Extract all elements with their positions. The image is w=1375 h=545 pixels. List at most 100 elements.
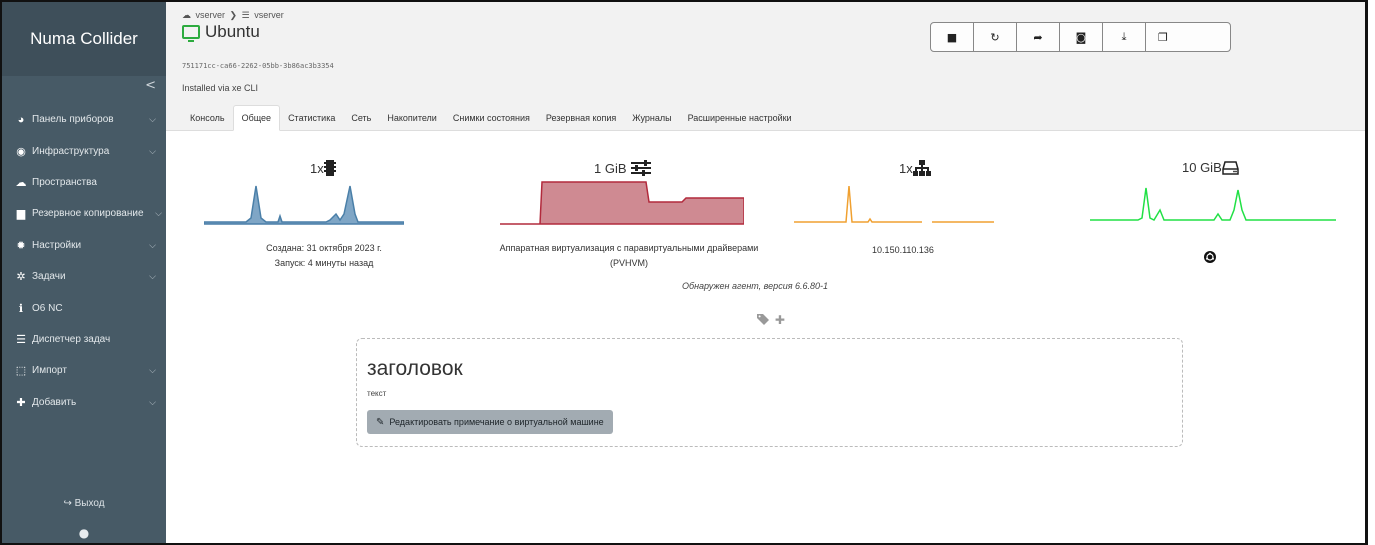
sidebar-item-label: Задачи — [32, 271, 66, 283]
sidebar-item-spaces[interactable]: ☁ Пространства — [2, 167, 166, 198]
chevron-down-icon: ⌵ — [155, 208, 162, 219]
user-icon[interactable]: ● — [2, 526, 166, 540]
sidebar-item-backup[interactable]: ▆ Резервное копирование ⌵ — [2, 198, 166, 229]
copy-button[interactable]: ❐ — [1145, 22, 1231, 52]
created-date: Создана: 31 октября 2023 г. — [266, 243, 382, 253]
tab-backup[interactable]: Резервная копия — [538, 105, 624, 131]
breadcrumb-host[interactable]: vserver — [254, 10, 284, 20]
chevron-down-icon: ⌵ — [149, 145, 156, 156]
sidebar-item-import[interactable]: ⬚ Импорт ⌵ — [2, 355, 166, 386]
desktop-icon — [182, 25, 200, 42]
page-title: Ubuntu — [182, 22, 260, 42]
sidebar-item-add[interactable]: ✚ Добавить ⌵ — [2, 387, 166, 418]
share-icon: ➦ — [1033, 30, 1043, 44]
sidebar-item-label: Инфраструктура — [32, 145, 110, 157]
collapse-sidebar-icon[interactable]: < — [145, 78, 156, 93]
gears-icon: ✲ — [16, 271, 26, 284]
sidebar-item-label: О6 NC — [32, 302, 63, 314]
stop-icon: ■ — [946, 30, 958, 44]
tab-stats[interactable]: Статистика — [280, 105, 343, 131]
restart-button[interactable]: ↻ — [973, 22, 1017, 52]
sidebar-item-infrastructure[interactable]: ◉ Инфраструктура ⌵ — [2, 135, 166, 166]
add-tag-button[interactable]: ✚ — [757, 313, 785, 327]
sidebar-item-label: Диспетчер задач — [32, 333, 111, 345]
server-icon: ☰ — [241, 10, 250, 20]
stop-button[interactable]: ■ — [930, 22, 974, 52]
note-text: текст — [367, 389, 387, 398]
disk-size: 10 GiB — [1182, 160, 1222, 175]
cpu-icon — [323, 160, 336, 176]
vm-name[interactable]: Ubuntu — [205, 22, 260, 42]
tab-disks[interactable]: Накопители — [379, 105, 444, 131]
virt-mode-short: (PVHVM) — [610, 258, 648, 268]
tab-network[interactable]: Сеть — [343, 105, 379, 131]
network-sparkline-line — [794, 185, 922, 223]
camera-icon: ◙ — [1075, 30, 1087, 44]
plus-icon: ✚ — [774, 313, 785, 327]
sidebar-item-label: Настройки — [32, 239, 82, 251]
ip-address: 10.150.110.136 — [872, 245, 934, 255]
logout-button[interactable]: ↪ Выход — [2, 498, 166, 509]
sidebar-item-label: Пространства — [32, 176, 97, 188]
sidebar-item-about[interactable]: ℹ О6 NC — [2, 292, 166, 323]
task-list-icon: ☰ — [16, 333, 26, 346]
tab-general[interactable]: Общее — [232, 105, 281, 131]
gear-icon: ✹ — [16, 239, 26, 252]
chevron-down-icon: ⌵ — [149, 114, 156, 125]
tab-advanced[interactable]: Расширенные настройки — [680, 105, 800, 131]
info-icon: ℹ — [18, 302, 24, 315]
download-icon: ⤓ — [1121, 30, 1127, 43]
logout-label: Выход — [74, 498, 105, 509]
tab-snapshots[interactable]: Снимки состояния — [445, 105, 538, 131]
virtualization-mode: Аппаратная виртуализация с паравиртуальн… — [464, 241, 794, 271]
tab-console[interactable]: Консоль — [182, 105, 233, 131]
agent-status: Обнаружен агент, версия 6.6.80-1 — [682, 281, 829, 291]
sidebar-item-dashboard[interactable]: ◕ Панель приборов ⌵ — [2, 104, 166, 135]
tags-icon — [757, 314, 769, 325]
vm-description[interactable]: Installed via xe CLI — [182, 83, 258, 93]
app-frame: Numa Collider < ◕ Панель приборов ⌵ ◉ Ин… — [0, 0, 1368, 545]
cloud-icon: ☁ — [182, 10, 191, 20]
sidebar: Numa Collider < ◕ Панель приборов ⌵ ◉ Ин… — [2, 2, 166, 543]
network-sparkline[interactable] — [794, 178, 994, 230]
migrate-button[interactable]: ➦ — [1016, 22, 1060, 52]
dashboard-icon: ◕ — [17, 113, 25, 126]
edit-note-label: Редактировать примечание о виртуальной м… — [389, 417, 604, 427]
plus-icon: ✚ — [16, 396, 26, 409]
snapshot-button[interactable]: ◙ — [1059, 22, 1103, 52]
hdd-icon — [1222, 160, 1239, 175]
sidebar-item-settings[interactable]: ✹ Настройки ⌵ — [2, 230, 166, 261]
sidebar-item-task-manager[interactable]: ☰ Диспетчер задач — [2, 324, 166, 355]
sidebar-item-tasks[interactable]: ✲ Задачи ⌵ — [2, 261, 166, 292]
cpu-count: 1x — [310, 160, 324, 176]
start-time: Запуск: 4 минуты назад — [274, 258, 374, 268]
virt-mode-label[interactable]: Аппаратная виртуализация с паравиртуальн… — [464, 241, 794, 256]
memory-stat: 1 GiB — [594, 160, 651, 176]
sign-out-icon: ↪ — [63, 498, 72, 509]
cloud-icon: ☁ — [15, 176, 27, 189]
sitemap-icon — [912, 160, 931, 176]
sidebar-item-label: Добавить — [32, 396, 77, 408]
sidebar-nav: ◕ Панель приборов ⌵ ◉ Инфраструктура ⌵ ☁… — [2, 104, 166, 418]
disk-sparkline-line — [1090, 187, 1336, 221]
chevron-down-icon: ⌵ — [149, 239, 156, 250]
export-button[interactable]: ⤓ — [1102, 22, 1146, 52]
memory-sparkline-area — [500, 181, 744, 225]
cpu-sparkline[interactable] — [204, 178, 404, 230]
sidebar-item-label: Панель приборов — [32, 114, 114, 126]
vm-uuid: 751171cc-ca66-2262-05bb-3b86ac3b3354 — [182, 62, 334, 70]
sidebar-item-label: Резервное копирование — [32, 208, 144, 220]
memory-size: 1 GiB — [594, 160, 627, 176]
tab-logs[interactable]: Журналы — [624, 105, 679, 131]
brand-title[interactable]: Numa Collider — [2, 2, 166, 76]
pencil-icon: ✎ — [376, 416, 385, 428]
network-count: 1x — [899, 160, 913, 176]
breadcrumb-pool[interactable]: vserver — [196, 10, 226, 20]
disk-sparkline[interactable] — [1090, 178, 1336, 230]
disk-stat: 10 GiB — [1182, 160, 1239, 175]
edit-note-button[interactable]: ✎ Редактировать примечание о виртуальной… — [367, 410, 613, 434]
memory-sparkline[interactable] — [500, 178, 744, 230]
sidebar-item-label: Импорт — [32, 365, 67, 377]
vm-dates: Создана: 31 октября 2023 г. Запуск: 4 ми… — [224, 241, 424, 271]
globe-icon: ◉ — [16, 145, 26, 158]
